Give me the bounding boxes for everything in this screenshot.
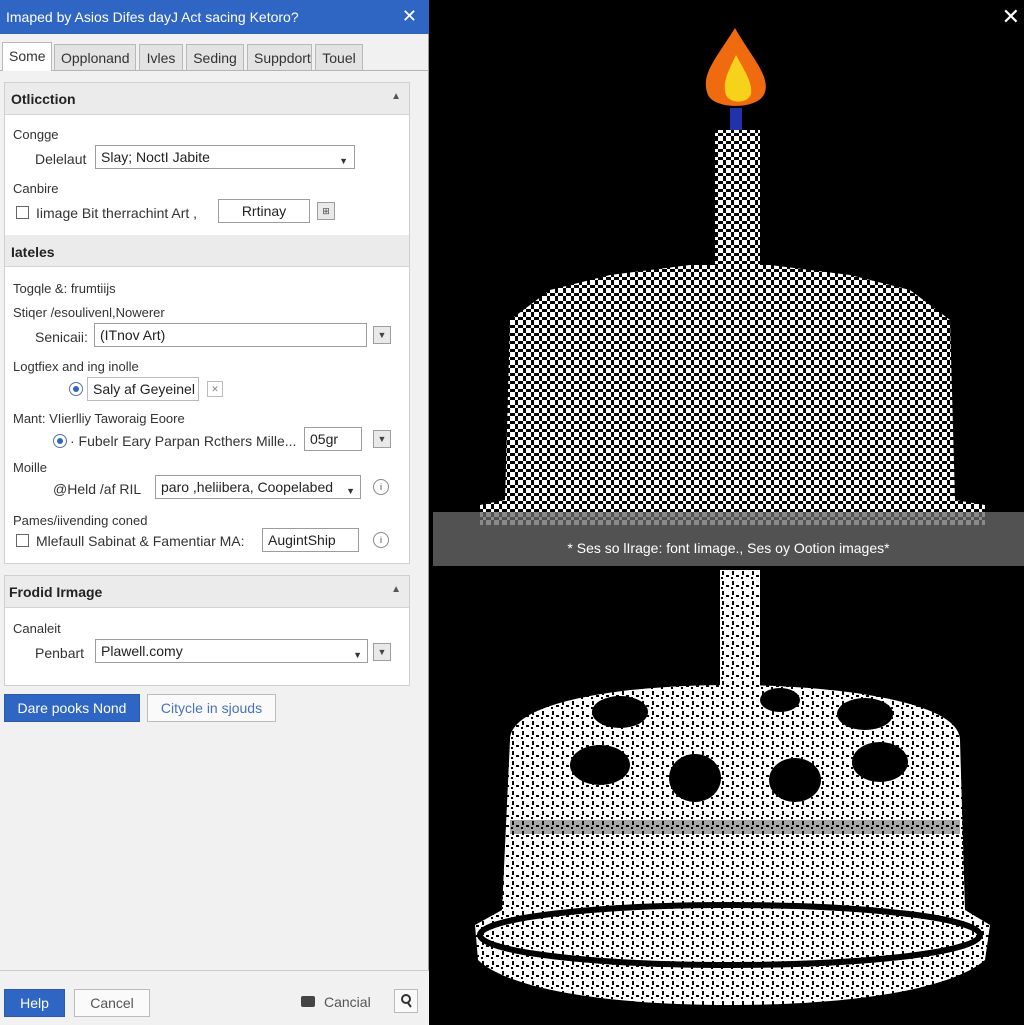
tab-opplonand[interactable]: Opplonand xyxy=(54,44,136,70)
canaleit-label: Canaleit xyxy=(13,621,61,636)
penbart-value: Plawell.comy xyxy=(101,643,183,659)
penbart-label: Penbart xyxy=(35,645,85,661)
info-icon[interactable]: i xyxy=(373,532,389,548)
clear-icon[interactable]: ✕ xyxy=(207,381,223,397)
dialog-titlebar: Imaped by Asios Difes dayJ Act sacing Ke… xyxy=(0,0,429,34)
section-title: Frodid Irmage xyxy=(9,584,103,600)
keyboard-icon xyxy=(301,996,315,1007)
primary-action-button[interactable]: Dare pooks Nond xyxy=(4,694,140,722)
tab-touel[interactable]: Touel xyxy=(315,44,363,70)
stiqer-label: Stiqer /esoulivenl,Nowerer xyxy=(13,305,165,320)
tab-seding[interactable]: Seding xyxy=(186,44,244,70)
tab-suppdort[interactable]: Suppdort xyxy=(247,44,312,70)
lower-cake xyxy=(475,570,990,1005)
chevron-down-icon: ▼ xyxy=(346,486,355,496)
cancel-button[interactable]: Cancel xyxy=(74,989,150,1017)
user-icon[interactable] xyxy=(394,989,418,1013)
tab-bar: Some Opplonand Ivles Seding Suppdort Tou… xyxy=(0,42,429,71)
cancial-button[interactable]: Cancial xyxy=(324,994,371,1010)
dropdown-arrow-icon[interactable]: ▼ xyxy=(373,643,391,661)
settings-dialog: Imaped by Asios Difes dayJ Act sacing Ke… xyxy=(0,0,429,1025)
image-bit-checkbox[interactable] xyxy=(16,206,29,219)
banner-text: * Ses so lIrage: font Iimage., Ses oy Oo… xyxy=(567,540,890,556)
tab-ivles[interactable]: Ivles xyxy=(139,44,183,70)
options-card: Otlicction ▲ Congge Delelaut Slay; NoctI… xyxy=(4,82,410,564)
radio2-value: 05gr xyxy=(310,431,339,447)
togqle-label: Togqle &: frumtiijs xyxy=(13,281,116,296)
dialog-title: Imaped by Asios Difes dayJ Act sacing Ke… xyxy=(6,9,299,25)
moille-label: Moille xyxy=(13,460,47,475)
canbire-label: Canbire xyxy=(13,181,59,196)
held-select[interactable]: paro ,heliibera, Coopelabed ▼ xyxy=(155,475,361,499)
famentiar-checkbox[interactable] xyxy=(16,534,29,547)
senicaii-input[interactable]: (ITnov Art) xyxy=(94,323,367,347)
check2-value: AugintShip xyxy=(268,532,336,548)
rrtinay-input[interactable]: Rrtinay xyxy=(218,199,310,223)
held-label: @Held /af RIL xyxy=(53,481,142,497)
mant-label: Mant: VIierlliy Taworaig Eoore xyxy=(13,411,185,426)
radio-geyeinel[interactable] xyxy=(69,382,83,396)
pames-label: Pames/iivending coned xyxy=(13,513,148,528)
deleaut-value: Slay; NoctI Jabite xyxy=(101,149,210,165)
section-header-frodid[interactable]: Frodid Irmage ▲ xyxy=(5,576,409,608)
radio-fubelr[interactable] xyxy=(53,434,67,448)
chevron-down-icon: ▼ xyxy=(339,156,348,166)
preview-caption-banner: * Ses so lIrage: font Iimage., Ses oy Oo… xyxy=(433,512,1024,566)
secondary-action-button[interactable]: Citycle in sjouds xyxy=(147,694,276,722)
chevron-down-icon: ▼ xyxy=(353,650,362,660)
penbart-select[interactable]: Plawell.comy ▼ xyxy=(95,639,368,663)
dialog-footer: Help Cancel Cancial xyxy=(0,970,429,1025)
geyeinel-field[interactable]: Saly af Geyeinel xyxy=(87,377,199,401)
section-header-otlicction[interactable]: Otlicction ▲ xyxy=(5,83,409,115)
info-icon[interactable]: i xyxy=(373,479,389,495)
senicaii-value: (ITnov Art) xyxy=(100,327,166,343)
collapse-icon[interactable]: ▲ xyxy=(391,584,401,595)
senicaii-label: Senicaii: xyxy=(35,329,88,345)
image-card: Frodid Irmage ▲ Canaleit Penbart Plawell… xyxy=(4,575,410,686)
rrtinay-value: Rrtinay xyxy=(241,203,287,219)
tab-some[interactable]: Some xyxy=(2,42,52,71)
section-title: Otlicction xyxy=(11,91,76,107)
section-title: Iateles xyxy=(11,244,55,260)
deleaut-label: Delelaut xyxy=(35,151,87,167)
help-button[interactable]: Help xyxy=(4,989,65,1017)
congge-label: Congge xyxy=(13,127,59,142)
grid-icon[interactable]: ⊞ xyxy=(317,202,335,220)
upper-cake xyxy=(480,28,985,525)
radio1-label: Saly af Geyeinel xyxy=(93,381,195,397)
deleaut-select[interactable]: Slay; NoctI Jabite ▼ xyxy=(95,145,355,169)
check2-label: Mlefaull Sabinat & Famentiar MA: xyxy=(36,533,245,549)
image-bit-label: Iimage Bit therrachint Art , xyxy=(36,205,198,221)
augintship-input[interactable]: AugintShip xyxy=(262,528,359,552)
quantity-input[interactable]: 05gr xyxy=(304,427,362,451)
collapse-icon[interactable]: ▲ xyxy=(391,91,401,102)
dropdown-arrow-icon[interactable]: ▼ xyxy=(373,326,391,344)
dropdown-arrow-icon[interactable]: ▼ xyxy=(373,430,391,448)
radio2-label: · Fubelr Eary Parpan Rcthers Mille... xyxy=(70,433,297,449)
held-value: paro ,heliibera, Coopelabed xyxy=(161,479,334,495)
close-icon[interactable]: ✕ xyxy=(402,6,417,27)
logtfiex-label: Logtfiex and ing inolle xyxy=(13,359,139,374)
section-header-iateles: Iateles xyxy=(5,235,409,267)
